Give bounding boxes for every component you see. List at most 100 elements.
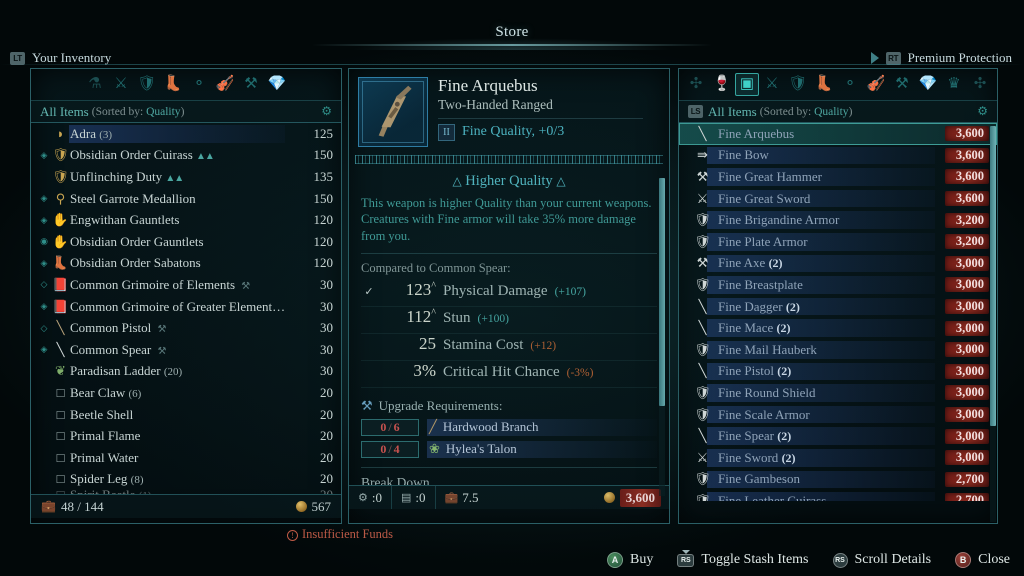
item-name: Fine Arquebus bbox=[438, 76, 538, 95]
store-panel: ✣ 🍷 ▣ ⚔ 🛡 👢 ⚬ 🎻 ⚒ 💎 ♛ ✣ LS All Items (Sorted by: Qu… bbox=[678, 68, 998, 524]
item-price: 30 bbox=[320, 363, 333, 379]
store-scrollbar[interactable] bbox=[990, 126, 996, 522]
store-row[interactable]: 🛡 Fine Breastplate 3,000 bbox=[679, 274, 997, 296]
filter-crate-icon[interactable]: ▣ bbox=[735, 73, 759, 96]
item-price: 3,000 bbox=[945, 342, 989, 358]
action-buy[interactable]: A Buy bbox=[607, 552, 653, 568]
store-row[interactable]: ⚒ Fine Axe (2) 3,000 bbox=[679, 253, 997, 275]
filter-boots-icon[interactable]: 👢 bbox=[160, 73, 186, 97]
detail-scrollbar-thumb[interactable] bbox=[659, 178, 665, 406]
store-row[interactable]: ╲ Fine Spear (2) 3,000 bbox=[679, 425, 997, 447]
store-row[interactable]: ╲ Fine Mace (2) 3,000 bbox=[679, 317, 997, 339]
inventory-row[interactable]: □Spirit Beetle (1)20 bbox=[31, 490, 341, 494]
talon-icon: ❀ bbox=[429, 441, 440, 457]
detail-scroll-area[interactable]: △ Higher Quality △ This weapon is higher… bbox=[349, 164, 669, 485]
store-row[interactable]: ╲ Fine Arquebus 3,600 bbox=[679, 123, 997, 145]
filter-potion-icon[interactable]: ⚗ bbox=[82, 73, 108, 97]
inventory-sort-bar[interactable]: All Items (Sorted by: Quality) ⚙ bbox=[31, 100, 341, 123]
store-row[interactable]: ⚒ Fine Great Hammer 3,600 bbox=[679, 166, 997, 188]
store-row[interactable]: 🛡 Fine Round Shield 3,000 bbox=[679, 382, 997, 404]
inventory-row[interactable]: ◈ 👢 Obsidian Order Sabatons 120 bbox=[31, 253, 341, 275]
upgrade-row: 0/4 ❀ Hylea's Talon bbox=[361, 440, 657, 458]
item-label: Primal Water bbox=[70, 449, 139, 465]
store-sort-bar[interactable]: LS All Items (Sorted by: Quality) ⚙ bbox=[679, 100, 997, 123]
item-label: Paradisan Ladder bbox=[70, 363, 161, 379]
inventory-capacity: 48 / 144 bbox=[60, 498, 104, 514]
filter-anvil-icon[interactable]: ⚒ bbox=[889, 73, 915, 97]
filter-armor-icon[interactable]: 🛡 bbox=[785, 73, 811, 97]
filter-boots-icon[interactable]: 👢 bbox=[811, 73, 837, 97]
gear-icon[interactable]: ⚙ bbox=[321, 104, 332, 119]
filter-gem-icon[interactable]: 💎 bbox=[915, 73, 941, 97]
store-row[interactable]: ⇛ Fine Bow 3,600 bbox=[679, 145, 997, 167]
item-label: Steel Garrote Medallion bbox=[70, 190, 196, 206]
store-item-list[interactable]: ╲ Fine Arquebus 3,600 ⇛ Fine Bow 3,600 ⚒ Fine G… bbox=[679, 123, 997, 501]
store-filter-row[interactable]: ✣ 🍷 ▣ ⚔ 🛡 👢 ⚬ 🎻 ⚒ 💎 ♛ ✣ bbox=[679, 69, 997, 100]
store-row[interactable]: 🛡 Fine Gambeson 2,700 bbox=[679, 469, 997, 491]
inventory-row[interactable]: ◈ ⚲ Steel Garrote Medallion 150 bbox=[31, 188, 341, 210]
filter-armor-icon[interactable]: 🛡 bbox=[134, 73, 160, 97]
store-row[interactable]: ⚔ Fine Great Sword 3,600 bbox=[679, 188, 997, 210]
inventory-row[interactable]: ◈ 📕Common Grimoire of Greater Elements ⚒ 3… bbox=[31, 296, 341, 318]
triangle-up-icon-right: △ bbox=[556, 174, 566, 188]
item-price: 3,000 bbox=[945, 363, 989, 379]
inventory-row[interactable]: □ Bear Claw (6) 20 bbox=[31, 382, 341, 404]
filter-weapons-icon[interactable]: ⚔ bbox=[759, 73, 785, 97]
item-quantity: (20) bbox=[163, 366, 183, 379]
inventory-row[interactable]: ◉ ✋ Obsidian Order Gauntlets 120 bbox=[31, 231, 341, 253]
decorative-strip bbox=[355, 155, 663, 164]
gauntlet-icon: ✋ bbox=[52, 212, 69, 228]
filter-trinket-icon[interactable]: ⚬ bbox=[837, 73, 863, 97]
item-type: Two-Handed Ranged bbox=[438, 96, 553, 112]
inventory-item-list[interactable]: ◗ Adra (3) 125 ◈ 🛡 Obsidian Order Cuirass ▲▲ 1… bbox=[31, 123, 341, 494]
detail-scrollbar[interactable] bbox=[659, 178, 665, 496]
inventory-row[interactable]: ◈ ╲ Common Spear ⚒ 30 bbox=[31, 339, 341, 361]
store-row[interactable]: ╲ Fine Pistol (2) 3,000 bbox=[679, 361, 997, 383]
filter-instrument-icon[interactable]: 🎻 bbox=[212, 73, 238, 97]
action-scroll-details[interactable]: RS Scroll Details bbox=[832, 552, 931, 568]
inventory-row[interactable]: ❦ Paradisan Ladder (20) 30 bbox=[31, 361, 341, 383]
inventory-row[interactable]: ◈ 🛡 Obsidian Order Cuirass ▲▲ 150 bbox=[31, 145, 341, 167]
store-scrollbar-thumb[interactable] bbox=[990, 126, 996, 426]
inventory-row[interactable]: □ Primal Flame 20 bbox=[31, 425, 341, 447]
store-row[interactable]: 🛡 Fine Mail Hauberk 3,000 bbox=[679, 339, 997, 361]
rt-button-icon: RT bbox=[885, 51, 901, 65]
item-name: Primal Flame bbox=[70, 428, 289, 444]
item-name: Fine Arquebus bbox=[718, 126, 945, 142]
action-toggle-stash-items[interactable]: RS Toggle Stash Items bbox=[677, 549, 809, 568]
action-close[interactable]: B Close bbox=[955, 552, 1010, 568]
inventory-row[interactable]: 🛡 Unflinching Duty ▲▲ 135 bbox=[31, 166, 341, 188]
filter-all-icon[interactable]: ✣ bbox=[683, 73, 709, 97]
store-row[interactable]: 🛡 Fine Plate Armor 3,200 bbox=[679, 231, 997, 253]
item-label: Common Grimoire of Elements bbox=[70, 276, 236, 292]
store-row[interactable]: ⚔ Fine Sword (2) 3,000 bbox=[679, 447, 997, 469]
filter-consumable-icon[interactable]: 🍷 bbox=[709, 73, 735, 97]
inventory-row[interactable]: □ Primal Water 20 bbox=[31, 447, 341, 469]
store-sort-label: All Items bbox=[708, 103, 757, 119]
store-row[interactable]: ╲ Fine Dagger (2) 3,000 bbox=[679, 296, 997, 318]
feather-icon: ❦ bbox=[55, 363, 66, 379]
filter-trinket-icon[interactable]: ⚬ bbox=[186, 73, 212, 97]
have-count: 0 bbox=[380, 441, 387, 456]
filter-crown-icon[interactable]: ♛ bbox=[941, 73, 967, 97]
filter-misc-icon[interactable]: ✣ bbox=[967, 73, 993, 97]
inventory-row[interactable]: □ Spider Leg (8) 20 bbox=[31, 469, 341, 491]
item-price: 120 bbox=[313, 255, 334, 271]
inventory-row[interactable]: □ Beetle Shell 20 bbox=[31, 404, 341, 426]
filter-anvil-icon[interactable]: ⚒ bbox=[238, 73, 264, 97]
anvil-icon: ⚒ bbox=[157, 345, 167, 357]
store-row[interactable]: 🛡 Fine Leather Cuirass 2,700 bbox=[679, 490, 997, 501]
inventory-row[interactable]: ◇ 📕 Common Grimoire of Elements ⚒ 30 bbox=[31, 274, 341, 296]
filter-instrument-icon[interactable]: 🎻 bbox=[863, 73, 889, 97]
equip-slot-icon: ◈ bbox=[40, 344, 48, 355]
inventory-row[interactable]: ◗ Adra (3) 125 bbox=[31, 123, 341, 145]
inventory-row[interactable]: ◇ ╲ Common Pistol ⚒ 30 bbox=[31, 317, 341, 339]
inventory-row[interactable]: ◈ ✋ Engwithan Gauntlets 120 bbox=[31, 209, 341, 231]
filter-gem-icon[interactable]: 💎 bbox=[264, 73, 290, 97]
store-row[interactable]: 🛡 Fine Brigandine Armor 3,200 bbox=[679, 209, 997, 231]
filter-weapons-icon[interactable]: ⚔ bbox=[108, 73, 134, 97]
store-row[interactable]: 🛡 Fine Scale Armor 3,000 bbox=[679, 404, 997, 426]
stat-row: 112^ Stun (+100) bbox=[361, 307, 657, 334]
inventory-filter-row[interactable]: ⚗ ⚔ 🛡 👢 ⚬ 🎻 ⚒ 💎 bbox=[31, 69, 341, 100]
gear-icon[interactable]: ⚙ bbox=[977, 104, 988, 119]
